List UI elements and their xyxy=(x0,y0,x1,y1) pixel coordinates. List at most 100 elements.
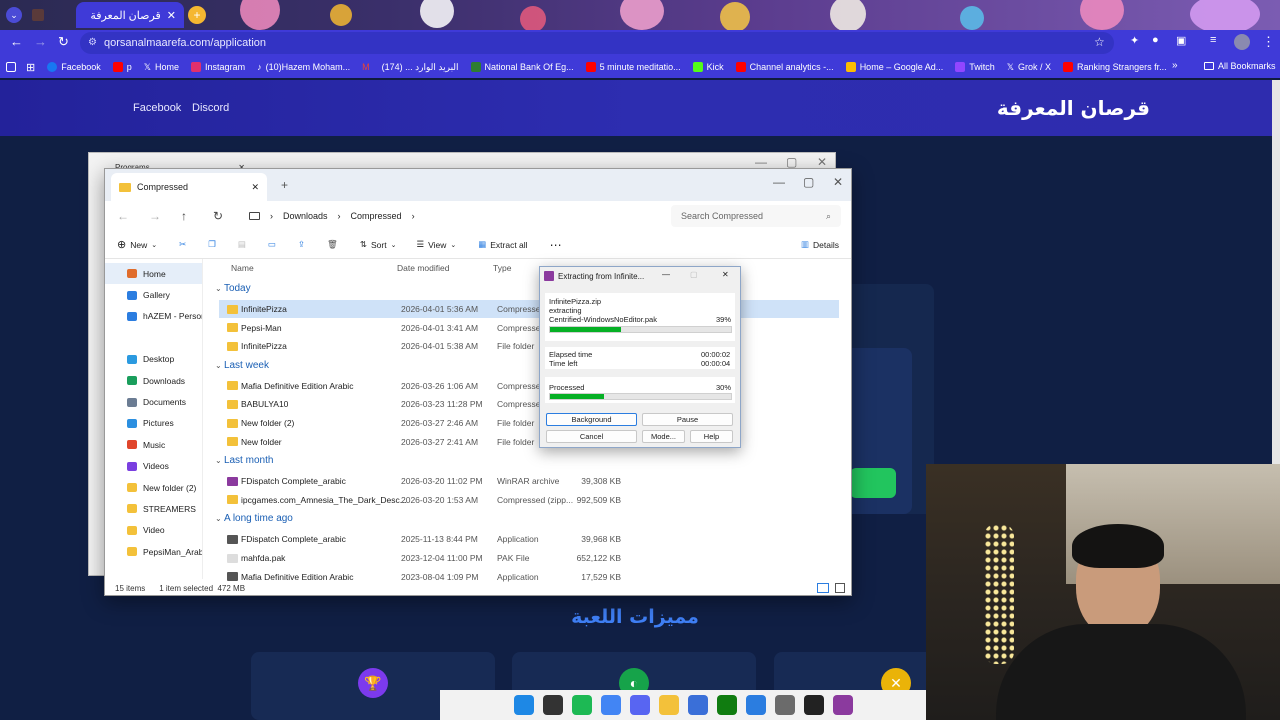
chrome-icon[interactable] xyxy=(600,695,621,715)
bookmark-gmail[interactable]: M xyxy=(362,62,370,72)
explorer-icon[interactable] xyxy=(658,695,679,715)
all-bookmarks[interactable]: All Bookmarks xyxy=(1204,61,1276,71)
tab-compressed[interactable]: Compressed ✕ xyxy=(111,173,267,201)
bookmark-ranking[interactable]: Ranking Strangers fr... xyxy=(1063,62,1167,72)
column-header-name[interactable]: Name xyxy=(231,263,254,273)
share-icon[interactable]: ⇪ xyxy=(298,239,305,250)
bookmark-facebook[interactable]: Facebook xyxy=(47,62,101,72)
notepad-icon[interactable] xyxy=(745,695,766,715)
extensions-puzzle-icon[interactable]: ▣ xyxy=(1176,34,1186,47)
app-red-icon[interactable] xyxy=(542,695,563,715)
bookmark-inbox[interactable]: (174) ... البريد الوارد xyxy=(382,62,459,73)
close-icon[interactable]: ✕ xyxy=(722,270,729,279)
inactive-tab-favicon[interactable] xyxy=(32,9,44,21)
column-header-type[interactable]: Type xyxy=(493,263,511,273)
bookmark-google-ads[interactable]: Home – Google Ad... xyxy=(845,62,943,72)
group-header[interactable]: ⌄ Last month xyxy=(215,455,273,466)
bookmark-star-icon[interactable]: ☆ xyxy=(1094,35,1105,49)
winrar-icon[interactable] xyxy=(832,695,853,715)
close-icon[interactable]: ✕ xyxy=(167,9,176,22)
group-header[interactable]: ⌄ A long time ago xyxy=(215,513,293,524)
rename-icon[interactable]: ▭ xyxy=(268,239,276,250)
file-row[interactable]: BABULYA10 2026-03-23 11:28 PM Compressed xyxy=(219,395,839,413)
apps-grid-icon[interactable]: ⊞ xyxy=(26,61,35,74)
file-row[interactable]: InfinitePizza 2026-04-01 5:38 AM File fold… xyxy=(219,337,839,355)
file-row[interactable]: FDispatch Complete_arabic 2025-11-13 8:44… xyxy=(219,530,839,548)
extension-icon[interactable]: ✦ xyxy=(1130,34,1139,47)
nav-item[interactable]: Home xyxy=(105,263,202,285)
nav-item[interactable]: New folder (2) xyxy=(105,477,202,498)
tab-active[interactable]: قرصان المعرفة ✕ xyxy=(76,2,184,28)
file-row[interactable]: InfinitePizza 2026-04-01 5:36 AM Compresse… xyxy=(219,300,839,318)
download-button[interactable] xyxy=(850,468,896,498)
file-row[interactable]: ipcgames.com_Amnesia_The_Dark_Desc... 202… xyxy=(219,491,839,509)
minimize-icon[interactable]: — xyxy=(755,155,767,169)
bookmark-x-home[interactable]: 𝕏 Home xyxy=(144,62,179,73)
settings-icon[interactable] xyxy=(774,695,795,715)
background-button[interactable]: Background xyxy=(546,413,637,426)
site-logo[interactable]: قرصان المعرفة xyxy=(990,96,1150,120)
forward-icon[interactable]: → xyxy=(149,209,161,223)
tab-search-button[interactable]: ⌄ xyxy=(6,7,22,23)
xbox-icon[interactable] xyxy=(716,695,737,715)
start-icon[interactable] xyxy=(513,695,534,715)
media-control-icon[interactable]: ≡ xyxy=(1210,34,1216,46)
minimize-icon[interactable]: — xyxy=(773,175,785,189)
search-input[interactable]: Search Compressed ⌕ xyxy=(671,205,841,227)
nav-discord-link[interactable]: Discord xyxy=(192,102,229,114)
nav-item[interactable]: Desktop xyxy=(105,349,202,370)
discord-icon[interactable] xyxy=(629,695,650,715)
breadcrumb[interactable]: › Downloads › Compressed › xyxy=(245,205,665,227)
bookmark-meditation[interactable]: 5 minute meditatio... xyxy=(585,62,681,72)
nav-item[interactable]: Video xyxy=(105,520,202,541)
bookmark-instagram[interactable]: Instagram xyxy=(191,62,245,72)
address-bar[interactable]: qorsanalmaarefa.com/application xyxy=(80,32,1114,54)
refresh-icon[interactable]: ↻ xyxy=(213,209,223,223)
reload-icon[interactable]: ↻ xyxy=(58,34,69,50)
file-row[interactable]: Mafia Definitive Edition Arabic 2026-03-2… xyxy=(219,377,839,395)
site-info-icon[interactable]: ⚙ xyxy=(88,37,97,48)
bookmark-twitch[interactable]: Twitch xyxy=(955,62,995,72)
nav-item[interactable]: Music xyxy=(105,434,202,455)
maximize-icon[interactable]: ▢ xyxy=(786,155,797,169)
up-icon[interactable]: ↑ xyxy=(181,209,187,223)
close-icon[interactable]: ✕ xyxy=(817,155,827,169)
nav-item[interactable]: Documents xyxy=(105,391,202,412)
maximize-icon[interactable]: ▢ xyxy=(690,270,698,279)
sidebar-toggle-icon[interactable] xyxy=(6,62,16,72)
new-tab-icon[interactable]: + xyxy=(281,178,288,192)
back-icon[interactable]: ← xyxy=(117,209,129,223)
breadcrumb-downloads[interactable]: Downloads xyxy=(283,211,328,221)
profile-avatar[interactable] xyxy=(1234,34,1250,50)
delete-icon[interactable]: 🗑 xyxy=(327,239,338,250)
column-header-date[interactable]: Date modified xyxy=(397,263,449,273)
cut-icon[interactable]: ✂ xyxy=(179,239,186,250)
view-button[interactable]: ☰ View ⌄ xyxy=(416,239,456,250)
breadcrumb-compressed[interactable]: Compressed xyxy=(351,211,402,221)
nav-item[interactable]: hAZEM - Persor xyxy=(105,306,202,327)
spotify-icon[interactable] xyxy=(571,695,592,715)
file-row[interactable]: New folder (2) 2026-03-27 2:46 AM File fol… xyxy=(219,414,839,432)
bookmark-channel-analytics[interactable]: Channel analytics -... xyxy=(735,62,834,72)
game-icon[interactable] xyxy=(803,695,824,715)
nav-item[interactable]: STREAMERS xyxy=(105,498,202,519)
new-tab-button[interactable]: + xyxy=(188,6,206,24)
more-options-icon[interactable]: ⋯ xyxy=(550,238,562,252)
copy-icon[interactable]: ❐ xyxy=(208,239,216,250)
more-menu-icon[interactable]: ⋮ xyxy=(1262,34,1275,50)
bookmark-kick[interactable]: Kick xyxy=(692,62,724,72)
maximize-icon[interactable]: ▢ xyxy=(803,175,814,189)
group-header[interactable]: ⌄ Today xyxy=(215,283,251,294)
mode-button[interactable]: Mode... xyxy=(642,430,685,443)
file-row[interactable]: mahfda.pak 2023-12-04 11:00 PM PAK File 652… xyxy=(219,549,839,567)
back-icon[interactable]: ← xyxy=(10,34,23,49)
close-icon[interactable]: ✕ xyxy=(251,182,259,193)
tiles-view-icon[interactable] xyxy=(835,583,845,593)
file-row[interactable]: New folder 2026-03-27 2:41 AM File folder xyxy=(219,433,839,451)
close-icon[interactable]: ✕ xyxy=(833,175,843,189)
details-view-icon[interactable] xyxy=(817,583,829,593)
pause-button[interactable]: Pause xyxy=(642,413,733,426)
nav-item[interactable]: Videos xyxy=(105,456,202,477)
forward-icon[interactable]: → xyxy=(34,34,47,49)
winrar-extract-dialog[interactable]: Extracting from Infinite... — ▢ ✕ Infini… xyxy=(539,266,741,448)
